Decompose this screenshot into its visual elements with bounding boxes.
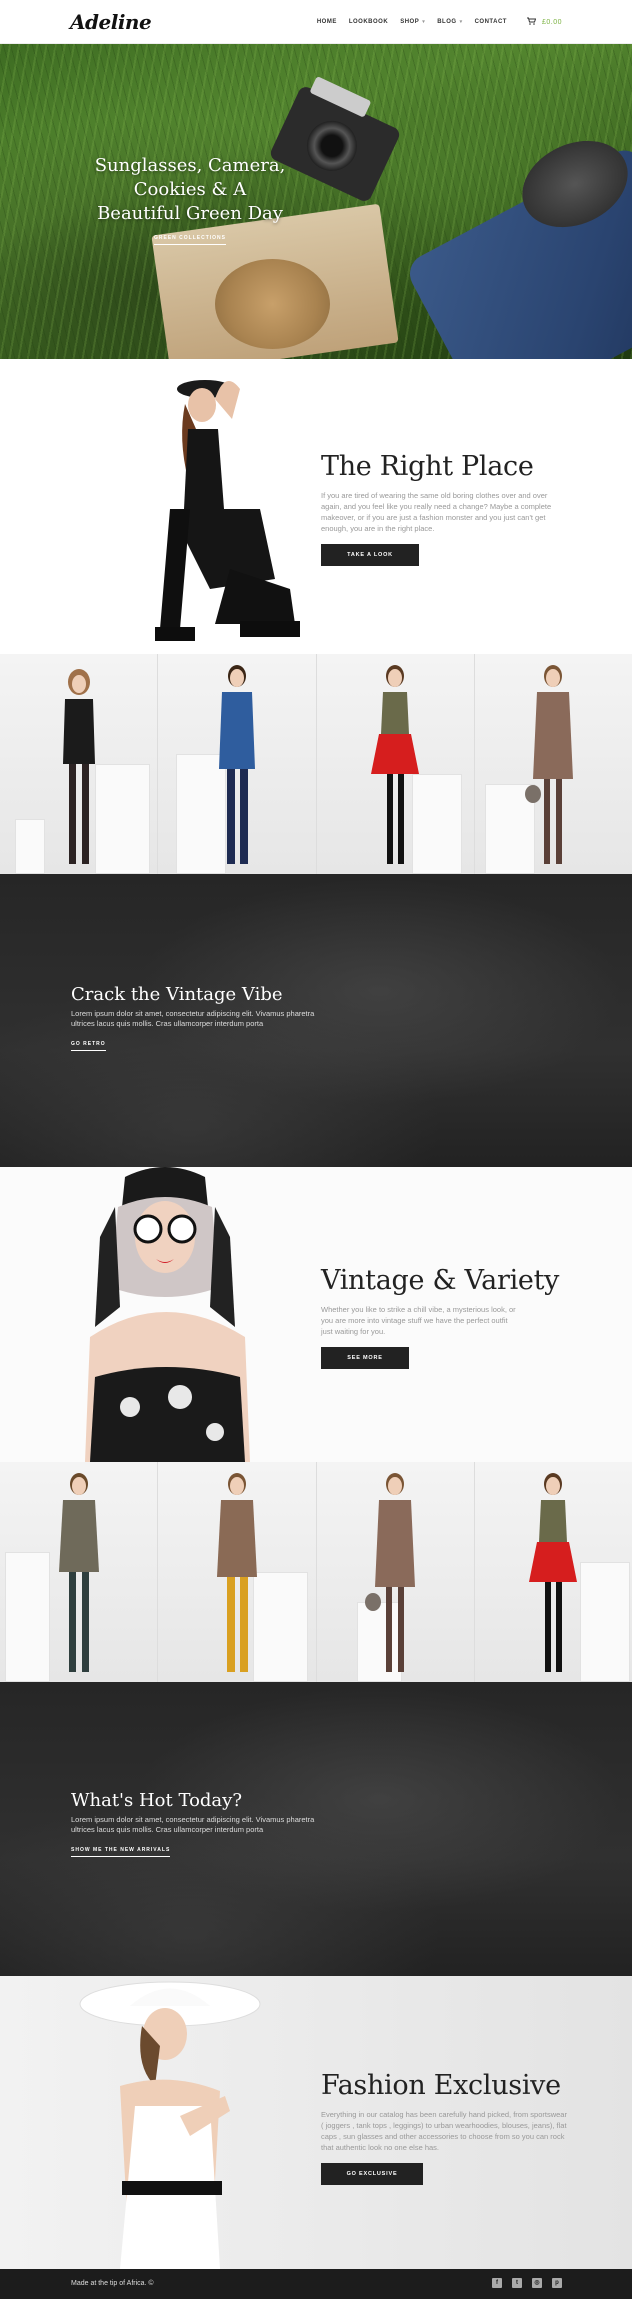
twitter-icon[interactable]: t bbox=[512, 2278, 522, 2288]
see-more-button[interactable]: SEE MORE bbox=[321, 1347, 409, 1369]
model-image bbox=[529, 1473, 578, 1672]
lookbook-gallery-2 bbox=[0, 1462, 632, 1682]
feature-text: Fashion Exclusive Everything in our cata… bbox=[321, 2070, 571, 2185]
cookies-image bbox=[215, 259, 330, 349]
hero-text: Sunglasses, Camera, Cookies & A Beautifu… bbox=[90, 154, 290, 245]
nav-item-lookbook[interactable]: LOOKBOOK bbox=[349, 19, 388, 25]
hero-title: Sunglasses, Camera, Cookies & A Beautifu… bbox=[94, 155, 286, 224]
feature-text: Vintage & Variety Whether you like to st… bbox=[321, 1265, 559, 1369]
gallery-photo[interactable] bbox=[474, 1462, 632, 1682]
pinterest-icon[interactable]: p bbox=[552, 2278, 562, 2288]
gallery-photo[interactable] bbox=[474, 654, 632, 874]
banner-text: Crack the Vintage Vibe Lorem ipsum dolor… bbox=[71, 984, 331, 1051]
feature-body: Whether you like to strike a chill vibe,… bbox=[321, 1305, 516, 1336]
feature-title: Fashion Exclusive bbox=[321, 2070, 561, 2101]
gallery-photo[interactable] bbox=[158, 654, 317, 874]
model-image bbox=[525, 665, 574, 864]
feature-fashion-exclusive: Fashion Exclusive Everything in our cata… bbox=[0, 1976, 632, 2269]
model-image bbox=[218, 665, 255, 864]
feature-body: Everything in our catalog has been caref… bbox=[321, 2110, 567, 2152]
model-white-hat-image bbox=[79, 1981, 261, 2269]
cart-total: £0.00 bbox=[541, 18, 562, 26]
social-links: f t ◎ p bbox=[492, 2278, 562, 2288]
green-collections-link[interactable]: GREEN COLLECTIONS bbox=[153, 235, 226, 245]
nav-label: CONTACT bbox=[474, 19, 507, 25]
model-image bbox=[62, 669, 95, 864]
nav-item-shop[interactable]: SHOP ▾ bbox=[400, 19, 425, 25]
banner-text: What's Hot Today? Lorem ipsum dolor sit … bbox=[71, 1790, 331, 1857]
nav-label: SHOP bbox=[400, 19, 420, 25]
feature-title: The Right Place bbox=[321, 451, 534, 482]
nav-item-blog[interactable]: BLOG ▾ bbox=[437, 19, 462, 25]
banner-title: Crack the Vintage Vibe bbox=[71, 984, 283, 1005]
model-image bbox=[371, 665, 420, 864]
feature-title: Vintage & Variety bbox=[321, 1265, 560, 1296]
gallery-photo[interactable] bbox=[0, 1462, 159, 1682]
model-image bbox=[216, 1473, 257, 1672]
feature-vintage-variety: Vintage & Variety Whether you like to st… bbox=[0, 1167, 632, 1462]
model-image bbox=[58, 1473, 99, 1672]
site-header: Adeline HOME LOOKBOOK SHOP ▾ BLOG ▾ CONTAC… bbox=[0, 0, 632, 44]
go-retro-link[interactable]: GO RETRO bbox=[71, 1041, 106, 1051]
nav-label: LOOKBOOK bbox=[348, 19, 389, 25]
banner-body: Lorem ipsum dolor sit amet, consectetur … bbox=[71, 1009, 315, 1028]
take-a-look-button[interactable]: TAKE A LOOK bbox=[321, 544, 419, 566]
gallery-photo[interactable] bbox=[316, 1462, 475, 1682]
instagram-icon[interactable]: ◎ bbox=[532, 2278, 542, 2288]
lookbook-gallery-1 bbox=[0, 654, 632, 874]
nav-label: HOME bbox=[316, 19, 337, 25]
vintage-vibe-banner: Crack the Vintage Vibe Lorem ipsum dolor… bbox=[0, 874, 632, 1168]
model-sunglasses-image bbox=[85, 1167, 250, 1462]
whats-hot-banner: What's Hot Today? Lorem ipsum dolor sit … bbox=[0, 1682, 632, 1976]
new-arrivals-link[interactable]: SHOW ME THE NEW ARRIVALS bbox=[71, 1847, 171, 1857]
chevron-down-icon: ▾ bbox=[422, 19, 426, 25]
feature-right-place: The Right Place If you are tired of wear… bbox=[0, 359, 632, 654]
site-footer: Made at the tip of Africa. © f t ◎ p bbox=[0, 2269, 632, 2299]
go-exclusive-button[interactable]: GO EXCLUSIVE bbox=[321, 2163, 423, 2185]
site-logo[interactable]: Adeline bbox=[70, 10, 152, 34]
feature-text: The Right Place If you are tired of wear… bbox=[321, 451, 566, 566]
facebook-icon[interactable]: f bbox=[492, 2278, 502, 2288]
model-image bbox=[365, 1473, 416, 1672]
gallery-photo[interactable] bbox=[316, 654, 475, 874]
gallery-photo[interactable] bbox=[0, 654, 159, 874]
chevron-down-icon: ▾ bbox=[459, 19, 463, 25]
cart-button[interactable]: £0.00 bbox=[526, 17, 562, 27]
nav-item-home[interactable]: HOME bbox=[317, 19, 337, 25]
feature-body: If you are tired of wearing the same old… bbox=[321, 491, 552, 533]
model-black-outfit-image bbox=[155, 380, 300, 641]
main-nav: HOME LOOKBOOK SHOP ▾ BLOG ▾ CONTACT £0.00 bbox=[317, 17, 562, 27]
nav-item-contact[interactable]: CONTACT bbox=[475, 19, 507, 25]
banner-body: Lorem ipsum dolor sit amet, consectetur … bbox=[71, 1815, 315, 1834]
nav-label: BLOG bbox=[437, 19, 457, 25]
gallery-photo[interactable] bbox=[158, 1462, 317, 1682]
footer-credit: Made at the tip of Africa. © bbox=[71, 2280, 154, 2287]
hero-banner: Sunglasses, Camera, Cookies & A Beautifu… bbox=[0, 44, 632, 359]
banner-title: What's Hot Today? bbox=[71, 1790, 242, 1811]
cart-icon bbox=[526, 17, 537, 27]
